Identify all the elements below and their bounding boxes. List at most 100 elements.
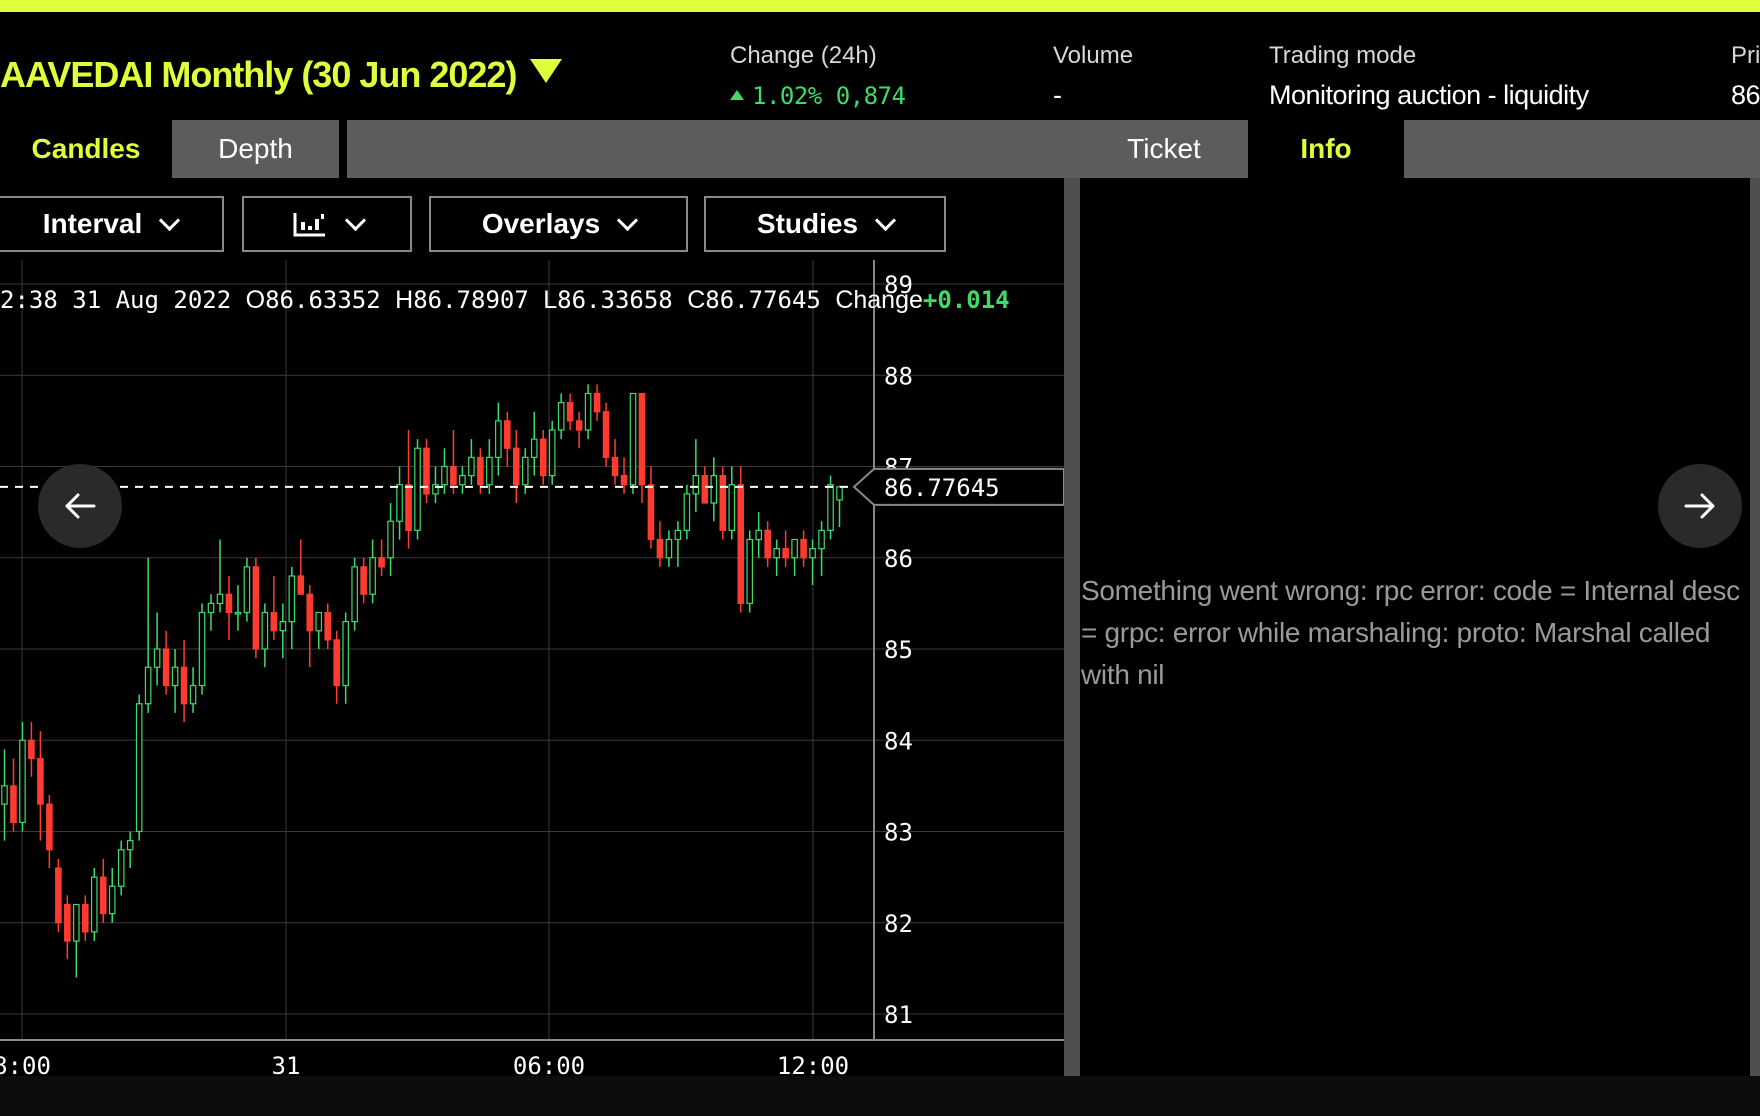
candle-body: [495, 420, 502, 458]
caret-down-icon[interactable]: [530, 59, 563, 83]
candle-body: [800, 538, 807, 559]
candle-body: [378, 557, 385, 568]
candle-body: [405, 484, 412, 531]
candle-body: [144, 666, 152, 705]
candle-body: [270, 611, 278, 632]
interval-label: Interval: [42, 208, 143, 239]
candle-body: [647, 484, 655, 541]
ohlc-close-label: C: [687, 286, 706, 314]
interval-button[interactable]: Interval: [0, 196, 224, 252]
candle-body: [557, 402, 565, 431]
tab-info[interactable]: Info: [1248, 120, 1404, 178]
candle-body: [459, 475, 466, 486]
candle-body: [620, 475, 628, 486]
candle-body: [602, 411, 610, 458]
candle-body: [28, 739, 35, 760]
y-tick-label: 86: [884, 545, 913, 573]
change-label: Change (24h): [730, 42, 877, 69]
candle-body: [55, 867, 62, 924]
trading-mode: Trading mode Monitoring auction - liquid…: [1269, 42, 1589, 111]
arrow-left-icon: [65, 493, 96, 519]
volume-value: -: [1053, 80, 1062, 110]
candle-body: [216, 593, 224, 604]
chart-type-button[interactable]: [242, 196, 412, 252]
market-selector[interactable]: AAVEDAI Monthly (30 Jun 2022): [0, 54, 563, 96]
overlays-button[interactable]: Overlays: [429, 196, 688, 252]
candle-body: [99, 876, 107, 915]
candle-body: [243, 566, 251, 614]
candle-body: [755, 529, 762, 541]
candle-body: [611, 456, 619, 477]
candle-body: [782, 548, 789, 559]
candle-body: [225, 593, 233, 614]
candle-body: [73, 903, 80, 942]
ohlc-low-label: L: [543, 286, 558, 314]
price: Pri 86: [1731, 42, 1760, 111]
candle-body: [117, 849, 125, 887]
candle-body: [665, 538, 673, 559]
ohlc-low: 86.33658: [557, 286, 673, 314]
candle-body: [414, 447, 421, 531]
candle-body: [737, 484, 745, 604]
y-tick-label: 81: [884, 1001, 913, 1029]
candle-body: [521, 456, 529, 486]
candle-body: [575, 420, 583, 431]
tab-candles[interactable]: Candles: [0, 120, 172, 178]
candle-body: [728, 484, 736, 531]
candle-body: [46, 803, 53, 851]
candle-body: [306, 593, 314, 632]
next-button[interactable]: [1658, 464, 1742, 548]
candle-body: [207, 602, 215, 614]
info-error-message: Something went wrong: rpc error: code = …: [1081, 575, 1740, 690]
candle-body: [674, 529, 682, 541]
change-value: 1.02% 0,874: [752, 82, 906, 110]
candle-body: [818, 529, 825, 550]
candle-body: [126, 840, 134, 851]
candle-body: [486, 456, 493, 486]
x-tick-label: 06:00: [513, 1052, 585, 1076]
candle-body: [351, 566, 358, 623]
tab-separator: [339, 120, 347, 178]
candle-body: [324, 611, 332, 641]
tab-depth[interactable]: Depth: [172, 120, 339, 178]
right-panel-edge: [1750, 178, 1760, 1076]
arrow-up-icon: [730, 90, 744, 100]
candle-body: [683, 493, 691, 531]
chevron-down-icon: [617, 209, 639, 231]
ohlc-change: +0.014: [922, 286, 1010, 314]
ohlc-close: 86.77645: [705, 286, 821, 314]
candle-body: [342, 621, 349, 687]
y-tick-label: 82: [884, 910, 913, 938]
candle-body: [387, 520, 394, 559]
studies-label: Studies: [756, 208, 859, 239]
tab-bar: [347, 120, 1760, 178]
candle-body: [288, 575, 296, 623]
studies-button[interactable]: Studies: [704, 196, 946, 252]
candle-body: [234, 611, 242, 615]
chevron-down-icon: [874, 209, 897, 231]
candle-body: [90, 876, 98, 933]
ohlc-open: 86.63352: [265, 286, 381, 314]
candle-body: [566, 402, 574, 422]
volume: Volume -: [1053, 42, 1133, 111]
candle-body: [108, 885, 116, 915]
ohlc-time: 2:38 31 Aug 2022: [0, 286, 232, 314]
candle-body: [360, 566, 367, 595]
candle-body: [773, 548, 780, 559]
candle-body: [135, 703, 143, 833]
prev-button[interactable]: [38, 464, 122, 548]
candlestick-chart[interactable]: 8182838485868788898:00 31 06:00 12:0086.776…: [0, 260, 1064, 1076]
candle-body: [584, 392, 592, 431]
candle-body: [19, 739, 26, 823]
candle-body: [827, 484, 834, 531]
tab-ticket[interactable]: Ticket: [1080, 120, 1248, 178]
candle-body: [198, 611, 206, 687]
candle-body: [450, 465, 457, 486]
ohlc-change-label: Change: [835, 286, 923, 314]
candle-body: [692, 475, 700, 495]
panel-divider[interactable]: [1064, 178, 1080, 1076]
candle-body: [315, 611, 323, 632]
market-header: AAVEDAI Monthly (30 Jun 2022) Change (24…: [0, 12, 1760, 120]
y-tick-label: 88: [884, 362, 913, 390]
candle-body: [261, 611, 269, 650]
